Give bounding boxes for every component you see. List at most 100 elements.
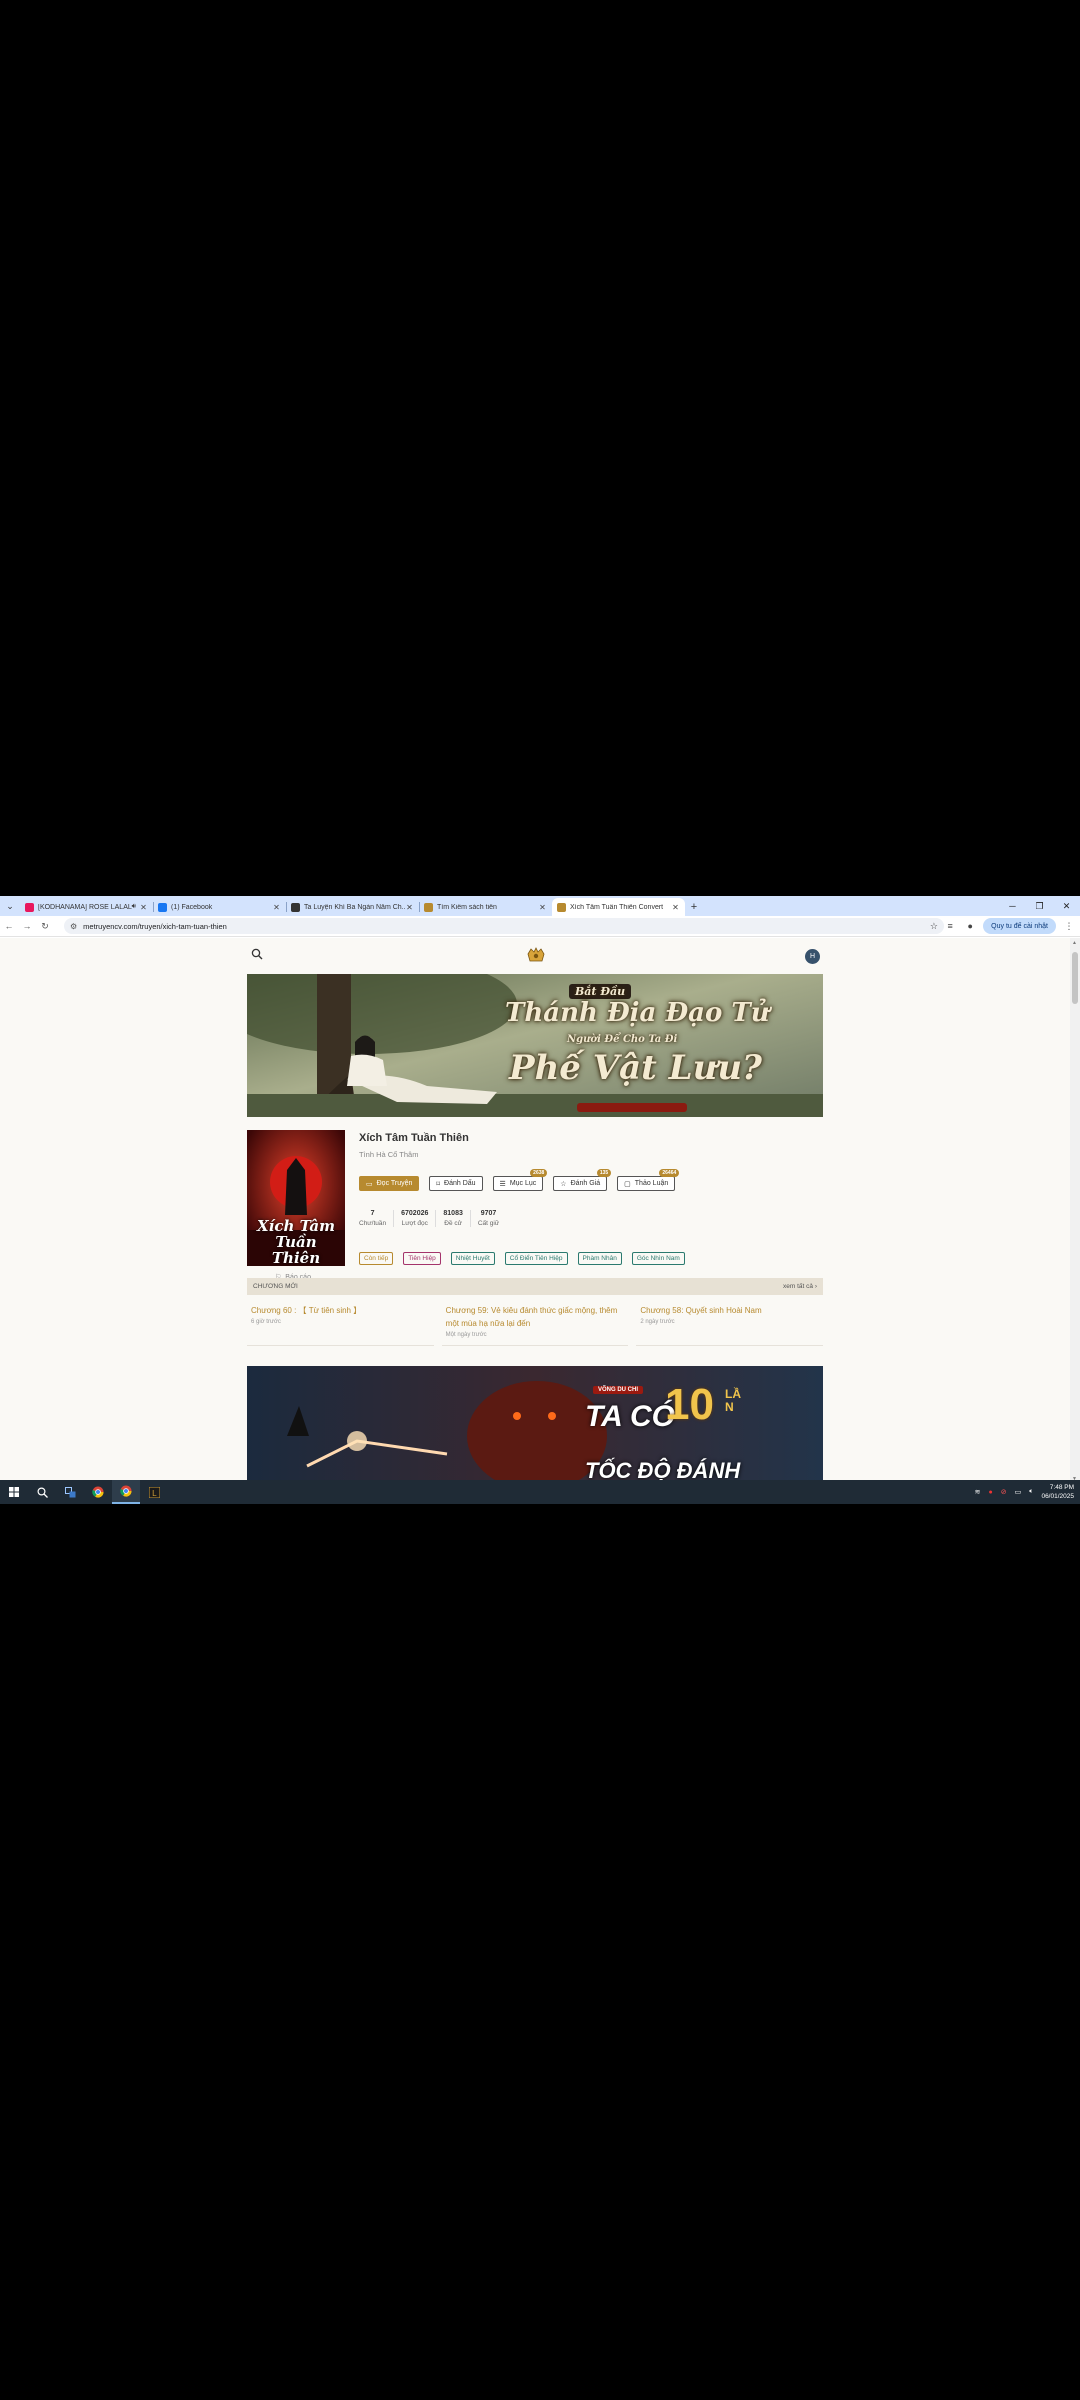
- menu-icon[interactable]: ⋮: [1062, 918, 1076, 934]
- start-icon[interactable]: [0, 1480, 28, 1504]
- clock[interactable]: 7:48 PM 06/01/2025: [1041, 1483, 1074, 1501]
- tab-close-icon[interactable]: ✕: [405, 903, 414, 912]
- taskbar-search-icon[interactable]: [28, 1480, 56, 1504]
- scroll-up-icon[interactable]: ▲: [1072, 940, 1077, 946]
- wifi-icon[interactable]: ≋: [975, 1488, 981, 1496]
- game-app-icon[interactable]: L: [140, 1480, 168, 1504]
- profile-icon[interactable]: ●: [963, 918, 977, 934]
- stat-label: Lượt đọc: [401, 1220, 428, 1227]
- site-logo-icon[interactable]: [526, 946, 546, 964]
- reading-list-icon[interactable]: ≡: [943, 918, 957, 934]
- action-button-4[interactable]: ▢ Thảo Luận 26464: [617, 1169, 680, 1191]
- book-info: Xích Tâm Tuần Thiên ⚐ Báo cáo Xích Tâm T…: [247, 1130, 823, 1281]
- reload-icon[interactable]: ↻: [36, 917, 54, 935]
- book-title: Xích Tâm Tuần Thiên: [359, 1132, 469, 1144]
- browser-tab[interactable]: (1) Facebook ✕: [153, 898, 286, 916]
- tab-title: Tìm Kiếm sách tiên: [437, 903, 497, 911]
- chapter-time: 2 ngày trước: [640, 1319, 675, 1325]
- browser-tab[interactable]: Ta Luyện Khí Ba Ngàn Năm Ch... ✕: [286, 898, 419, 916]
- stat-item: 81083 Đề cử: [435, 1210, 469, 1227]
- tab-close-icon[interactable]: ✕: [671, 903, 680, 912]
- stat-label: Cất giữ: [477, 1220, 500, 1227]
- action-label: Mục Lục: [509, 1180, 537, 1187]
- svg-text:L: L: [152, 1489, 157, 1498]
- minimize-icon[interactable]: ─: [999, 896, 1026, 916]
- count-badge: 26464: [659, 1169, 680, 1177]
- promo-banner-top[interactable]: Bắt Đầu Thánh Địa Đạo Tử Người Để Cho Ta…: [247, 974, 823, 1117]
- chrome-taskbar-icon[interactable]: [84, 1480, 112, 1504]
- genre-tag[interactable]: Còn tiếp: [359, 1252, 394, 1265]
- stat-item: 9707 Cất giữ: [469, 1210, 506, 1227]
- new-chapters-list: Chương 60 : 【 Từ tiên sinh 】 6 giờ trước C…: [247, 1300, 824, 1346]
- book-cover[interactable]: Xích Tâm Tuần Thiên: [247, 1130, 345, 1266]
- restore-icon[interactable]: ❐: [1026, 896, 1053, 916]
- count-badge: 135: [596, 1169, 612, 1177]
- browser-tab[interactable]: Xích Tâm Tuần Thiên Convert ✕: [552, 898, 685, 916]
- page-scrollbar[interactable]: ▲ ▼: [1070, 938, 1080, 1484]
- book-tags: Còn tiếp Tiên Hiệp Nhiệt Huyết Cổ Điển Tiên…: [359, 1252, 685, 1265]
- tab-title: (1) Facebook: [171, 903, 213, 911]
- browser-tab[interactable]: Tìm Kiếm sách tiên ✕: [419, 898, 552, 916]
- chapter-title[interactable]: Chương 58: Quyết sinh Hoài Nam: [640, 1304, 819, 1317]
- task-view-icon[interactable]: [56, 1480, 84, 1504]
- chapter-item[interactable]: Chương 60 : 【 Từ tiên sinh 】 6 giờ trước: [247, 1300, 434, 1346]
- action-button-0[interactable]: ▭ Đọc Truyện: [359, 1176, 420, 1191]
- chapter-item[interactable]: Chương 59: Vẻ kiêu đánh thức giấc mộng, …: [441, 1300, 629, 1346]
- tab-title: [KODHANAMA] ROSE LALALA: [38, 903, 132, 911]
- count-badge: 2638: [530, 1169, 548, 1177]
- list-icon: ☰: [499, 1180, 506, 1188]
- address-bar[interactable]: ⚙ metruyencv.com/truyen/xich-tam-tuan-th…: [64, 918, 944, 934]
- action-button-2[interactable]: ☰ Mục Lục 2638: [492, 1169, 548, 1191]
- browser-tab[interactable]: [KODHANAMA] ROSE LALALA 🔊︎ ✕: [20, 898, 153, 916]
- tab-favicon-icon: [25, 902, 34, 912]
- tray-app-icon[interactable]: ●: [989, 1489, 993, 1496]
- promo-banner-bottom[interactable]: VÕNG DU CHI TA CÓ 10 LẦN TỐC ĐỘ ĐÁNH: [247, 1366, 823, 1484]
- screenshot-frame: ⌄ [KODHANAMA] ROSE LALALA 🔊︎ ✕ (1) Facebook…: [0, 896, 1080, 1504]
- tab-title: Ta Luyện Khí Ba Ngàn Năm Ch...: [304, 903, 405, 911]
- chapter-item[interactable]: Chương 58: Quyết sinh Hoài Nam 2 ngày trư…: [636, 1300, 824, 1346]
- banner-bottom-suffix: LẦN: [725, 1387, 741, 1414]
- page-content: H Bắt Đầu Thánh Địa Đạo Tử Người Để Cho …: [247, 938, 824, 1484]
- genre-tag[interactable]: Góc Nhìn Nam: [631, 1252, 685, 1265]
- action-label: Thảo Luận: [634, 1180, 669, 1187]
- banner-top-line4: Phế Vật Lưu?: [509, 1048, 762, 1088]
- close-window-icon[interactable]: ✕: [1053, 896, 1080, 916]
- display-icon[interactable]: ▭: [1015, 1488, 1022, 1496]
- site-info-icon[interactable]: ⚙: [70, 922, 77, 931]
- genre-tag[interactable]: Tiên Hiệp: [403, 1252, 441, 1265]
- update-button[interactable]: Quy tu để cài nhật: [983, 918, 1056, 934]
- tab-close-icon[interactable]: ✕: [272, 903, 281, 912]
- action-label: Đánh Giá: [570, 1180, 601, 1187]
- tab-close-icon[interactable]: ✕: [139, 903, 148, 912]
- genre-tag[interactable]: Phàm Nhân: [577, 1252, 622, 1265]
- tab-search-icon[interactable]: ⌄: [0, 896, 20, 916]
- notification-icon[interactable]: ⊘: [1001, 1488, 1007, 1496]
- action-button-3[interactable]: ☆ Đánh Giá 135: [553, 1169, 612, 1191]
- chapter-title[interactable]: Chương 60 : 【 Từ tiên sinh 】: [251, 1304, 430, 1317]
- site-header: H: [247, 938, 823, 972]
- book-author[interactable]: Tình Hà Cổ Thâm: [359, 1150, 418, 1159]
- see-all-link[interactable]: xem tất cả ›: [783, 1283, 817, 1290]
- forward-icon[interactable]: →: [18, 917, 36, 935]
- back-icon[interactable]: ←: [0, 917, 18, 935]
- tab-close-icon[interactable]: ✕: [538, 903, 547, 912]
- genre-tag[interactable]: Cổ Điển Tiên Hiệp: [504, 1252, 568, 1265]
- volume-icon[interactable]: 🔈︎: [1029, 1488, 1033, 1496]
- bookmark-star-icon[interactable]: ☆: [930, 921, 938, 932]
- speaker-icon[interactable]: 🔊︎: [132, 903, 136, 911]
- user-avatar[interactable]: H: [805, 949, 820, 964]
- tab-favicon-icon: [158, 902, 167, 912]
- banner-bottom-line1: TA CÓ: [585, 1400, 675, 1433]
- chapter-title[interactable]: Chương 59: Vẻ kiêu đánh thức giấc mộng, …: [446, 1304, 625, 1330]
- book-cover-title: Xích Tâm Tuần Thiên: [257, 1217, 335, 1266]
- scrollbar-thumb[interactable]: [1072, 952, 1078, 1004]
- book-open-icon: ▭: [366, 1180, 373, 1188]
- chrome-active-taskbar-icon[interactable]: [112, 1480, 140, 1504]
- search-icon[interactable]: [251, 948, 263, 960]
- genre-tag[interactable]: Nhiệt Huyết: [450, 1252, 495, 1265]
- new-tab-button[interactable]: +: [685, 898, 703, 916]
- chapter-time: 6 giờ trước: [251, 1319, 281, 1325]
- banner-bottom-badge: VÕNG DU CHI: [593, 1386, 644, 1394]
- action-button-1[interactable]: ⌑ Đánh Dấu: [429, 1176, 483, 1191]
- system-tray: ≋ ● ⊘ ▭ 🔈︎ 7:48 PM 06/01/2025: [975, 1480, 1074, 1504]
